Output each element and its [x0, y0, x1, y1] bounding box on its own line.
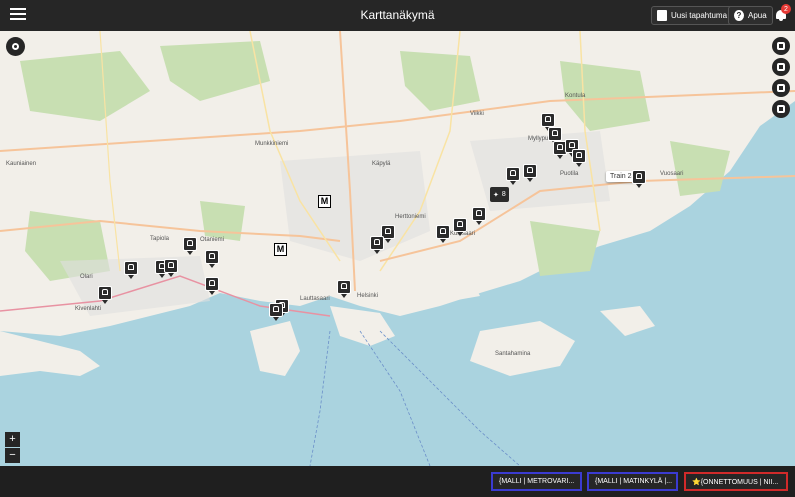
person-icon: ✦	[493, 191, 499, 199]
train-marker[interactable]	[632, 170, 646, 188]
place-label-herttoniemi: Herttoniemi	[395, 214, 426, 220]
train-icon	[168, 262, 174, 268]
vehicle-icon	[777, 105, 785, 113]
place-label-kauniainen: Kauniainen	[6, 161, 37, 167]
train-marker[interactable]	[98, 286, 112, 304]
train-marker[interactable]	[337, 280, 351, 298]
help-icon: ?	[734, 10, 744, 21]
map-tiles	[0, 31, 795, 466]
train-marker[interactable]	[436, 225, 450, 243]
place-label-olari: Olari	[80, 274, 93, 280]
zoom-out-button[interactable]: −	[5, 448, 20, 463]
new-event-label: Uusi tapahtuma	[671, 11, 728, 20]
train-icon	[636, 173, 642, 179]
train-icon	[187, 240, 193, 246]
place-label-kapyla: Käpylä	[372, 161, 391, 167]
train-icon	[128, 264, 134, 270]
place-label-munkkiniemi: Munkkiniemi	[255, 141, 289, 147]
place-label-santahamina: Santahamina	[495, 351, 531, 357]
train-icon	[341, 283, 347, 289]
top-bar: Karttanäkymä Uusi tapahtuma ? Apua 2	[0, 0, 795, 31]
shapes-button[interactable]	[772, 79, 790, 97]
train-icon	[209, 253, 215, 259]
menu-icon[interactable]	[10, 8, 26, 22]
metro-station-icon: M	[318, 195, 331, 208]
train-marker[interactable]	[472, 207, 486, 225]
train-icon	[545, 116, 551, 122]
train-icon	[209, 280, 215, 286]
place-label-vuosaari: Vuosaari	[660, 171, 684, 177]
search-icon	[12, 43, 19, 50]
train-marker[interactable]	[205, 277, 219, 295]
place-label-otaniemi: Otaniemi	[200, 237, 225, 243]
train-marker[interactable]	[269, 303, 283, 321]
train-marker[interactable]	[370, 236, 384, 254]
train-icon	[576, 152, 582, 158]
event-chip[interactable]: {MALLI | MATINKYLÄ |...	[587, 472, 678, 491]
train-icon	[440, 228, 446, 234]
train-icon	[569, 142, 575, 148]
vehicle-cluster[interactable]: ✦ 8	[490, 187, 509, 202]
train-marker[interactable]	[453, 218, 467, 236]
notifications-button[interactable]: 2	[775, 4, 791, 21]
train-icon	[385, 228, 391, 234]
train-icon	[527, 167, 533, 173]
map-view[interactable]: Helsinki Santahamina Kauniainen Käpylä H…	[0, 31, 795, 466]
place-label-puotila: Puotila	[560, 171, 579, 177]
train-icon	[102, 289, 108, 295]
map-search-button[interactable]	[6, 37, 25, 56]
train-marker[interactable]	[124, 261, 138, 279]
train-icon	[510, 170, 516, 176]
train-marker[interactable]	[548, 127, 562, 145]
document-plus-icon	[657, 10, 667, 21]
layers-button[interactable]	[772, 58, 790, 76]
notification-badge: 2	[781, 4, 791, 14]
train-marker[interactable]	[205, 250, 219, 268]
cluster-count: 8	[501, 191, 506, 198]
train-marker[interactable]	[164, 259, 178, 277]
layers-icon	[777, 63, 785, 71]
zoom-in-button[interactable]: +	[5, 432, 20, 447]
event-chip[interactable]: {MALLI | METROVARI...	[491, 472, 582, 491]
place-label-kivenlahti: Kivenlahti	[75, 306, 102, 312]
train-marker[interactable]	[506, 167, 520, 185]
help-label: Apua	[748, 11, 767, 20]
vehicles-button[interactable]	[772, 100, 790, 118]
place-label-viikki: Viikki	[470, 111, 484, 117]
train-marker[interactable]	[523, 164, 537, 182]
event-chip-starred[interactable]: ⭐{ONNETTOMUUS | NII...	[684, 472, 788, 491]
shapes-icon	[777, 84, 785, 92]
train-icon	[476, 210, 482, 216]
metro-station-icon: M	[274, 243, 287, 256]
map-icon	[777, 42, 785, 50]
train-icon	[557, 144, 563, 150]
place-label-helsinki: Helsinki	[357, 293, 379, 299]
event-bar: {MALLI | METROVARI... {MALLI | MATINKYLÄ…	[0, 466, 795, 497]
train-icon	[552, 130, 558, 136]
map-layer-button[interactable]	[772, 37, 790, 55]
train-icon	[273, 306, 279, 312]
train-marker[interactable]	[572, 149, 586, 167]
train-marker[interactable]	[183, 237, 197, 255]
train-marker[interactable]	[541, 113, 555, 131]
new-event-button[interactable]: Uusi tapahtuma	[651, 6, 734, 25]
help-button[interactable]: ? Apua	[728, 6, 773, 25]
place-label-lauttasaari: Lauttasaari	[300, 296, 330, 302]
train-icon	[374, 239, 380, 245]
place-label-tapiola: Tapiola	[150, 236, 170, 242]
train-icon	[457, 221, 463, 227]
place-label-kontula: Kontula	[565, 93, 586, 99]
